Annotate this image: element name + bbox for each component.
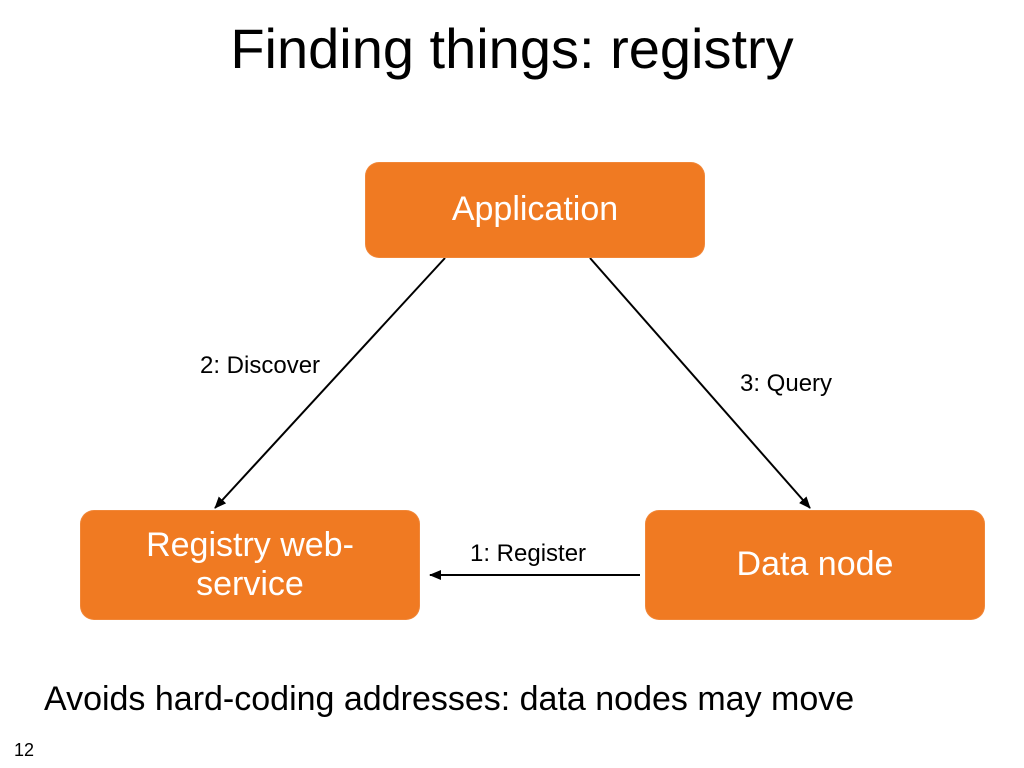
node-registry-label: Registry web- service: [146, 526, 354, 604]
node-application-label: Application: [452, 190, 618, 229]
edge-label-discover: 2: Discover: [200, 352, 320, 380]
slide-title: Finding things: registry: [0, 16, 1024, 81]
node-data: Data node: [645, 510, 985, 620]
edge-label-query: 3: Query: [740, 370, 832, 398]
edge-label-register: 1: Register: [470, 540, 586, 568]
page-number: 12: [14, 740, 34, 761]
slide-caption: Avoids hard-coding addresses: data nodes…: [44, 680, 854, 719]
node-registry: Registry web- service: [80, 510, 420, 620]
arrow-discover: [215, 258, 445, 508]
node-data-label: Data node: [737, 545, 894, 584]
node-application: Application: [365, 162, 705, 258]
diagram-arrows: [0, 0, 1024, 768]
